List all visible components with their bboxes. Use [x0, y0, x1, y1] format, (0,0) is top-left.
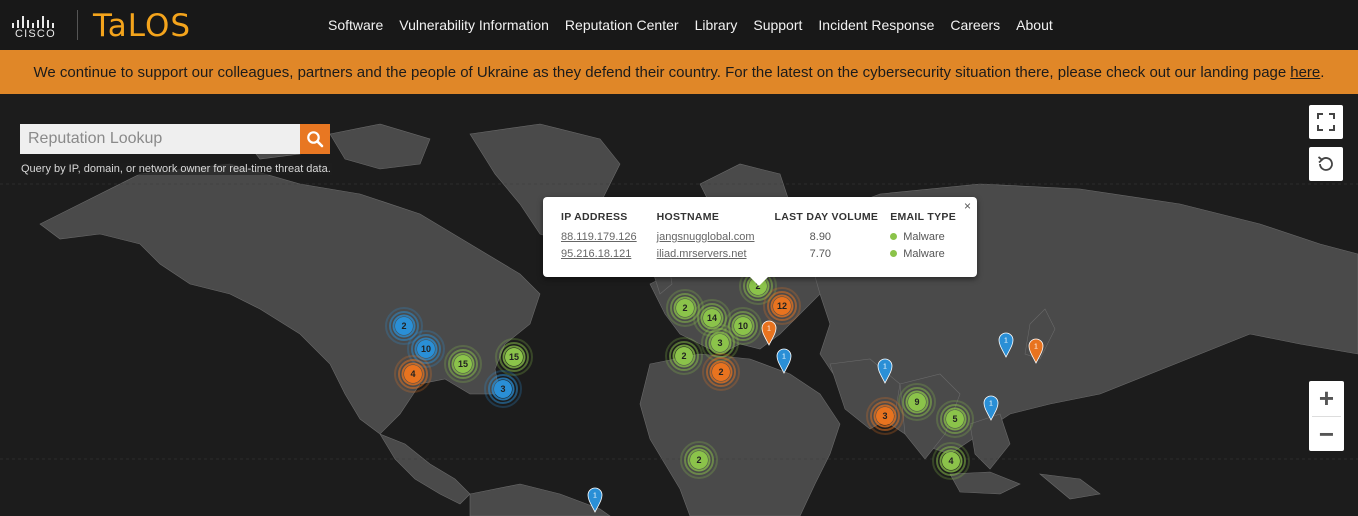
- cluster-marker[interactable]: 5: [936, 400, 974, 438]
- fullscreen-button[interactable]: [1309, 105, 1343, 139]
- popup-close-button[interactable]: ×: [964, 199, 971, 213]
- zoom-out-button[interactable]: −: [1309, 417, 1344, 452]
- fullscreen-icon: [1317, 113, 1335, 131]
- svg-text:1: 1: [1034, 344, 1038, 351]
- cluster-marker[interactable]: 2: [665, 337, 703, 375]
- col-email-type: EMAIL TYPE: [890, 211, 957, 223]
- volume-value: 7.70: [809, 248, 832, 260]
- cluster-count: 2: [395, 317, 413, 335]
- search-button[interactable]: [300, 124, 330, 154]
- map-pin-icon: 1: [998, 332, 1014, 358]
- col-ip-address: IP ADDRESS: [561, 211, 628, 223]
- reputation-lookup-input[interactable]: [20, 124, 300, 154]
- pin-marker[interactable]: 1: [776, 348, 792, 374]
- svg-text:1: 1: [883, 364, 887, 371]
- cluster-count: 3: [711, 334, 729, 352]
- cluster-count: 9: [908, 393, 926, 411]
- banner-tail: .: [1320, 63, 1325, 81]
- cluster-count: 12: [773, 297, 791, 315]
- cluster-count: 2: [676, 299, 694, 317]
- cluster-count: 4: [404, 365, 422, 383]
- banner-here-link[interactable]: here: [1290, 64, 1320, 81]
- email-type-value: Malware: [903, 248, 945, 260]
- map-pin-icon: 1: [877, 358, 893, 384]
- nav-careers[interactable]: Careers: [950, 17, 1000, 33]
- svg-text:1: 1: [782, 354, 786, 361]
- svg-text:1: 1: [989, 401, 993, 408]
- nav-software[interactable]: Software: [328, 17, 383, 33]
- volume-value: 8.90: [809, 231, 832, 243]
- talos-logo[interactable]: TaLOS: [93, 8, 191, 44]
- pin-marker[interactable]: 1: [983, 395, 999, 421]
- ukraine-support-banner: We continue to support our colleagues, p…: [0, 50, 1358, 94]
- map-pin-icon: 1: [1028, 338, 1044, 364]
- nav-vulnerability-information[interactable]: Vulnerability Information: [399, 17, 549, 33]
- cluster-marker[interactable]: 15: [444, 345, 482, 383]
- map-pin-icon: 1: [761, 320, 777, 346]
- search-hint: Query by IP, domain, or network owner fo…: [20, 163, 332, 175]
- ip-address-link[interactable]: 95.216.18.121: [557, 246, 641, 263]
- cluster-count: 10: [734, 317, 752, 335]
- pin-marker[interactable]: 1: [761, 320, 777, 346]
- nav-incident-response[interactable]: Incident Response: [818, 17, 934, 33]
- pin-marker[interactable]: 1: [587, 487, 603, 513]
- cluster-count: 3: [494, 380, 512, 398]
- cluster-count: 2: [712, 363, 730, 381]
- reset-icon: [1317, 156, 1333, 171]
- cluster-marker[interactable]: 2: [680, 441, 718, 479]
- main-nav: Software Vulnerability Information Reput…: [320, 0, 1061, 50]
- cluster-count: 2: [690, 451, 708, 469]
- svg-text:1: 1: [593, 493, 597, 500]
- map-pin-icon: 1: [587, 487, 603, 513]
- cluster-count: 15: [505, 348, 523, 366]
- reputation-search: [20, 124, 330, 154]
- cluster-marker[interactable]: 4: [394, 355, 432, 393]
- pin-marker[interactable]: 1: [877, 358, 893, 384]
- ip-details-table: IP ADDRESS HOSTNAME LAST DAY VOLUME EMAI…: [557, 211, 960, 263]
- email-type-cell: Malware: [882, 246, 960, 263]
- nav-about[interactable]: About: [1016, 17, 1053, 33]
- malware-dot-icon: [890, 250, 898, 257]
- hostname-link[interactable]: jangsnugglobal.com: [641, 229, 759, 246]
- nav-reputation-center[interactable]: Reputation Center: [565, 17, 679, 33]
- nav-support[interactable]: Support: [753, 17, 802, 33]
- email-type-value: Malware: [903, 231, 945, 243]
- pin-marker[interactable]: 1: [998, 332, 1014, 358]
- hostname-link[interactable]: iliad.mrservers.net: [641, 246, 759, 263]
- svg-text:1: 1: [767, 326, 771, 333]
- search-icon: [307, 131, 324, 148]
- banner-text: We continue to support our colleagues, p…: [33, 63, 1287, 81]
- cluster-marker[interactable]: 2: [702, 353, 740, 391]
- logo-divider: [77, 10, 78, 40]
- cluster-count: 4: [942, 452, 960, 470]
- cluster-count: 5: [946, 410, 964, 428]
- ip-details-popup: × IP ADDRESS HOSTNAME LAST DAY VOLUME EM…: [543, 197, 977, 286]
- cluster-count: 3: [876, 407, 894, 425]
- nav-library[interactable]: Library: [695, 17, 738, 33]
- threat-map[interactable]: Query by IP, domain, or network owner fo…: [0, 94, 1358, 516]
- cluster-marker[interactable]: 3: [484, 370, 522, 408]
- col-last-day-volume: LAST DAY VOLUME: [774, 211, 879, 223]
- email-type-cell: Malware: [882, 229, 960, 246]
- svg-text:1: 1: [1004, 338, 1008, 345]
- zoom-in-button[interactable]: +: [1309, 381, 1344, 416]
- map-pin-icon: 1: [776, 348, 792, 374]
- ip-address-link[interactable]: 88.119.179.126: [557, 229, 641, 246]
- table-row: 95.216.18.121 iliad.mrservers.net 7.70 M…: [557, 246, 960, 263]
- cluster-count: 2: [675, 347, 693, 365]
- cisco-wordmark: CISCO: [15, 28, 56, 40]
- cluster-marker[interactable]: 3: [866, 397, 904, 435]
- map-pin-icon: 1: [983, 395, 999, 421]
- malware-dot-icon: [890, 233, 898, 240]
- cluster-count: 15: [454, 355, 472, 373]
- top-navigation-bar: CISCO TaLOS Software Vulnerability Infor…: [0, 0, 1358, 50]
- reset-view-button[interactable]: [1309, 147, 1343, 181]
- pin-marker[interactable]: 1: [1028, 338, 1044, 364]
- col-hostname: HOSTNAME: [656, 211, 720, 223]
- table-row: 88.119.179.126 jangsnugglobal.com 8.90 M…: [557, 229, 960, 246]
- zoom-controls: + −: [1309, 381, 1344, 451]
- cluster-marker[interactable]: 4: [932, 442, 970, 480]
